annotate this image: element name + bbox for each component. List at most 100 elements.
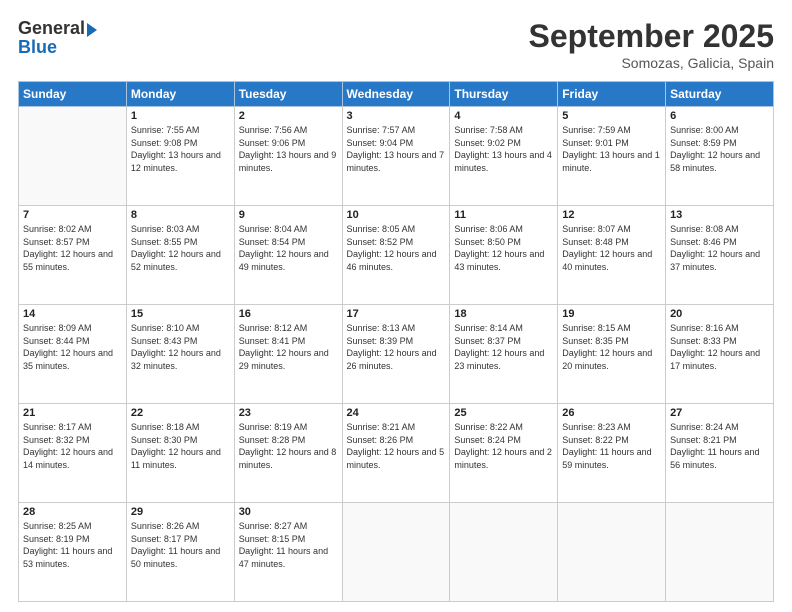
sunset-text: Sunset: 8:41 PM	[239, 335, 338, 348]
sunset-text: Sunset: 8:33 PM	[670, 335, 769, 348]
daylight-text: Daylight: 11 hours and 53 minutes.	[23, 545, 122, 570]
table-row: 21 Sunrise: 8:17 AM Sunset: 8:32 PM Dayl…	[19, 404, 127, 503]
sunrise-text: Sunrise: 8:18 AM	[131, 421, 230, 434]
sunset-text: Sunset: 8:54 PM	[239, 236, 338, 249]
sunset-text: Sunset: 9:08 PM	[131, 137, 230, 150]
day-info: Sunrise: 8:23 AM Sunset: 8:22 PM Dayligh…	[562, 421, 661, 471]
table-row: 10 Sunrise: 8:05 AM Sunset: 8:52 PM Dayl…	[342, 206, 450, 305]
table-row: 13 Sunrise: 8:08 AM Sunset: 8:46 PM Dayl…	[666, 206, 774, 305]
daylight-text: Daylight: 12 hours and 58 minutes.	[670, 149, 769, 174]
sunset-text: Sunset: 8:48 PM	[562, 236, 661, 249]
day-number: 7	[23, 209, 122, 221]
day-number: 19	[562, 308, 661, 320]
sunset-text: Sunset: 8:39 PM	[347, 335, 446, 348]
table-row: 18 Sunrise: 8:14 AM Sunset: 8:37 PM Dayl…	[450, 305, 558, 404]
day-number: 1	[131, 110, 230, 122]
table-row: 3 Sunrise: 7:57 AM Sunset: 9:04 PM Dayli…	[342, 107, 450, 206]
table-row: 30 Sunrise: 8:27 AM Sunset: 8:15 PM Dayl…	[234, 503, 342, 602]
daylight-text: Daylight: 12 hours and 5 minutes.	[347, 446, 446, 471]
day-info: Sunrise: 8:10 AM Sunset: 8:43 PM Dayligh…	[131, 322, 230, 372]
calendar-header-row: Sunday Monday Tuesday Wednesday Thursday…	[19, 82, 774, 107]
daylight-text: Daylight: 12 hours and 8 minutes.	[239, 446, 338, 471]
sunrise-text: Sunrise: 8:25 AM	[23, 520, 122, 533]
table-row: 28 Sunrise: 8:25 AM Sunset: 8:19 PM Dayl…	[19, 503, 127, 602]
sunset-text: Sunset: 8:19 PM	[23, 533, 122, 546]
table-row	[666, 503, 774, 602]
sunset-text: Sunset: 8:22 PM	[562, 434, 661, 447]
day-info: Sunrise: 8:15 AM Sunset: 8:35 PM Dayligh…	[562, 322, 661, 372]
day-info: Sunrise: 8:22 AM Sunset: 8:24 PM Dayligh…	[454, 421, 553, 471]
day-info: Sunrise: 8:07 AM Sunset: 8:48 PM Dayligh…	[562, 223, 661, 273]
sunset-text: Sunset: 8:43 PM	[131, 335, 230, 348]
daylight-text: Daylight: 12 hours and 46 minutes.	[347, 248, 446, 273]
sunrise-text: Sunrise: 7:55 AM	[131, 124, 230, 137]
table-row	[342, 503, 450, 602]
day-info: Sunrise: 7:56 AM Sunset: 9:06 PM Dayligh…	[239, 124, 338, 174]
sunset-text: Sunset: 8:24 PM	[454, 434, 553, 447]
day-number: 25	[454, 407, 553, 419]
month-title: September 2025	[529, 18, 774, 55]
daylight-text: Daylight: 13 hours and 4 minutes.	[454, 149, 553, 174]
day-info: Sunrise: 7:58 AM Sunset: 9:02 PM Dayligh…	[454, 124, 553, 174]
table-row: 1 Sunrise: 7:55 AM Sunset: 9:08 PM Dayli…	[126, 107, 234, 206]
sunrise-text: Sunrise: 8:04 AM	[239, 223, 338, 236]
table-row	[450, 503, 558, 602]
sunrise-text: Sunrise: 8:08 AM	[670, 223, 769, 236]
sunrise-text: Sunrise: 8:07 AM	[562, 223, 661, 236]
daylight-text: Daylight: 11 hours and 50 minutes.	[131, 545, 230, 570]
table-row: 22 Sunrise: 8:18 AM Sunset: 8:30 PM Dayl…	[126, 404, 234, 503]
calendar-week-row: 14 Sunrise: 8:09 AM Sunset: 8:44 PM Dayl…	[19, 305, 774, 404]
title-block: September 2025 Somozas, Galicia, Spain	[529, 18, 774, 71]
sunset-text: Sunset: 9:04 PM	[347, 137, 446, 150]
table-row: 12 Sunrise: 8:07 AM Sunset: 8:48 PM Dayl…	[558, 206, 666, 305]
sunrise-text: Sunrise: 8:14 AM	[454, 322, 553, 335]
day-number: 6	[670, 110, 769, 122]
sunrise-text: Sunrise: 8:03 AM	[131, 223, 230, 236]
table-row: 19 Sunrise: 8:15 AM Sunset: 8:35 PM Dayl…	[558, 305, 666, 404]
daylight-text: Daylight: 12 hours and 23 minutes.	[454, 347, 553, 372]
table-row	[558, 503, 666, 602]
day-info: Sunrise: 8:13 AM Sunset: 8:39 PM Dayligh…	[347, 322, 446, 372]
daylight-text: Daylight: 12 hours and 35 minutes.	[23, 347, 122, 372]
daylight-text: Daylight: 12 hours and 29 minutes.	[239, 347, 338, 372]
sunset-text: Sunset: 8:37 PM	[454, 335, 553, 348]
calendar-table: Sunday Monday Tuesday Wednesday Thursday…	[18, 81, 774, 602]
sunset-text: Sunset: 8:32 PM	[23, 434, 122, 447]
day-number: 18	[454, 308, 553, 320]
sunset-text: Sunset: 9:06 PM	[239, 137, 338, 150]
col-thursday: Thursday	[450, 82, 558, 107]
sunset-text: Sunset: 8:55 PM	[131, 236, 230, 249]
sunrise-text: Sunrise: 8:15 AM	[562, 322, 661, 335]
daylight-text: Daylight: 12 hours and 55 minutes.	[23, 248, 122, 273]
daylight-text: Daylight: 11 hours and 47 minutes.	[239, 545, 338, 570]
calendar-week-row: 1 Sunrise: 7:55 AM Sunset: 9:08 PM Dayli…	[19, 107, 774, 206]
sunset-text: Sunset: 8:30 PM	[131, 434, 230, 447]
sunset-text: Sunset: 8:46 PM	[670, 236, 769, 249]
day-number: 24	[347, 407, 446, 419]
daylight-text: Daylight: 12 hours and 2 minutes.	[454, 446, 553, 471]
table-row: 8 Sunrise: 8:03 AM Sunset: 8:55 PM Dayli…	[126, 206, 234, 305]
day-info: Sunrise: 8:12 AM Sunset: 8:41 PM Dayligh…	[239, 322, 338, 372]
sunrise-text: Sunrise: 8:27 AM	[239, 520, 338, 533]
day-number: 8	[131, 209, 230, 221]
calendar-week-row: 21 Sunrise: 8:17 AM Sunset: 8:32 PM Dayl…	[19, 404, 774, 503]
day-number: 12	[562, 209, 661, 221]
logo-arrow-icon	[87, 23, 97, 37]
day-info: Sunrise: 8:19 AM Sunset: 8:28 PM Dayligh…	[239, 421, 338, 471]
day-number: 20	[670, 308, 769, 320]
day-number: 16	[239, 308, 338, 320]
sunrise-text: Sunrise: 8:12 AM	[239, 322, 338, 335]
daylight-text: Daylight: 12 hours and 37 minutes.	[670, 248, 769, 273]
table-row: 9 Sunrise: 8:04 AM Sunset: 8:54 PM Dayli…	[234, 206, 342, 305]
sunrise-text: Sunrise: 7:56 AM	[239, 124, 338, 137]
sunrise-text: Sunrise: 8:00 AM	[670, 124, 769, 137]
table-row: 4 Sunrise: 7:58 AM Sunset: 9:02 PM Dayli…	[450, 107, 558, 206]
day-number: 3	[347, 110, 446, 122]
table-row: 6 Sunrise: 8:00 AM Sunset: 8:59 PM Dayli…	[666, 107, 774, 206]
day-number: 11	[454, 209, 553, 221]
sunrise-text: Sunrise: 8:10 AM	[131, 322, 230, 335]
sunrise-text: Sunrise: 7:58 AM	[454, 124, 553, 137]
logo-blue-text: Blue	[18, 37, 57, 58]
day-number: 27	[670, 407, 769, 419]
sunrise-text: Sunrise: 7:57 AM	[347, 124, 446, 137]
